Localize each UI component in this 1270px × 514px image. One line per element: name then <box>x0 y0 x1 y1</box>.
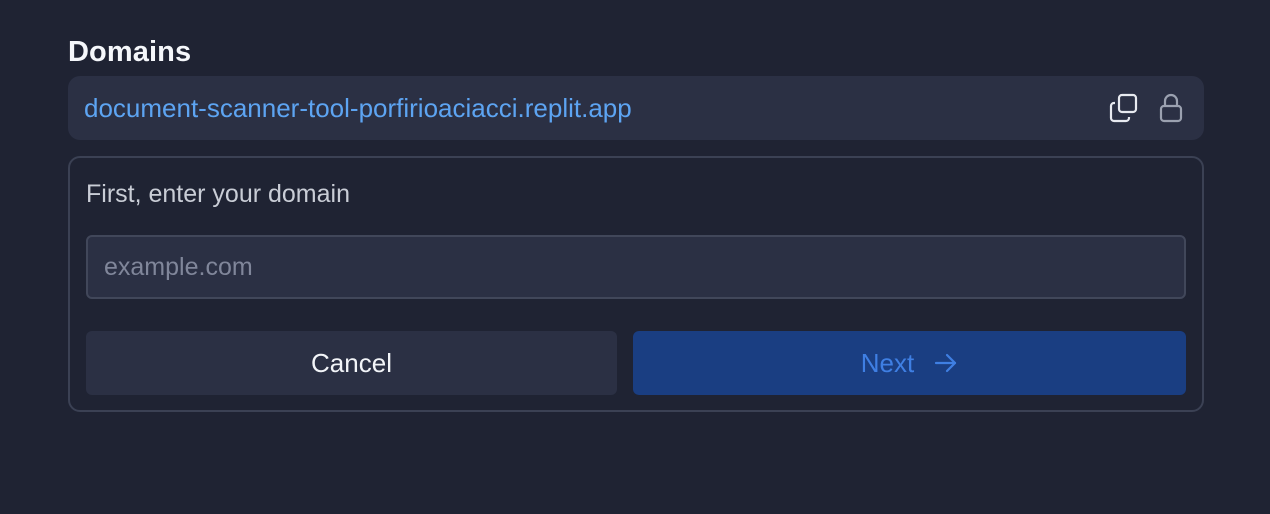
domain-input-label: First, enter your domain <box>86 180 350 208</box>
copy-icon <box>1109 93 1138 123</box>
existing-domain-row: document-scanner-tool-porfirioaciacci.re… <box>68 76 1204 140</box>
domains-title: Domains <box>68 36 192 68</box>
next-button[interactable]: Next <box>633 331 1186 395</box>
arrow-right-icon <box>934 352 958 374</box>
next-button-label: Next <box>860 347 915 378</box>
existing-domain-link[interactable]: document-scanner-tool-porfirioaciacci.re… <box>84 91 632 125</box>
lock-status <box>1155 92 1187 124</box>
cancel-button[interactable]: Cancel <box>86 331 617 395</box>
copy-button[interactable] <box>1108 92 1140 124</box>
add-domain-form: First, enter your domain Cancel Next <box>68 156 1204 412</box>
domain-input[interactable] <box>86 235 1186 299</box>
lock-icon <box>1159 93 1183 123</box>
